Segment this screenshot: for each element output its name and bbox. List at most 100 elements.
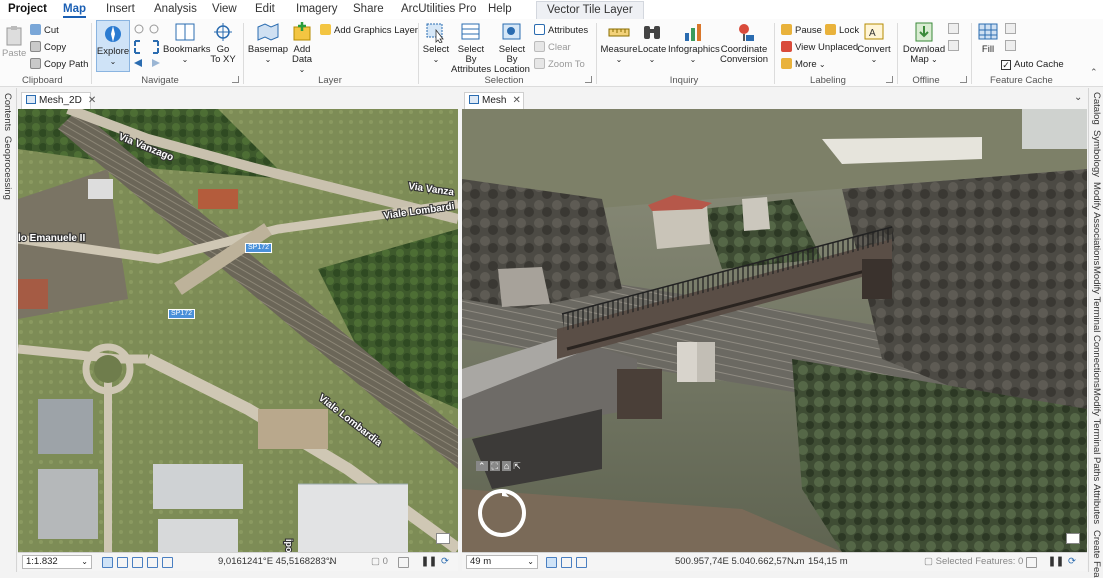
- attributes-table-icon: [534, 24, 545, 35]
- nav-zoom-buttons[interactable]: [132, 23, 162, 68]
- tab-mesh-2d[interactable]: Mesh_2D ✕: [21, 92, 96, 109]
- tab-imagery[interactable]: Imagery: [296, 2, 338, 18]
- create-features-pane-tab[interactable]: Create Fea: [1091, 530, 1102, 578]
- coords-dropdown-icon[interactable]: ⌄: [327, 553, 334, 571]
- table-icon[interactable]: [561, 557, 572, 568]
- attributes-button[interactable]: Attributes: [534, 23, 588, 38]
- tab-analysis[interactable]: Analysis: [154, 2, 197, 18]
- tab-map[interactable]: Map: [63, 2, 86, 18]
- auto-cache-checkbox[interactable]: ✓ Auto Cache: [1001, 57, 1064, 72]
- navigate-launcher-icon[interactable]: [232, 76, 239, 83]
- collapse-ribbon-icon[interactable]: ⌃: [1090, 67, 1098, 78]
- catalog-pane-tab[interactable]: Catalog: [1091, 92, 1102, 125]
- layout-grid-icon[interactable]: [102, 557, 113, 568]
- modify-associations-pane-tab[interactable]: Modify Associations: [1091, 182, 1102, 265]
- person-view-icon[interactable]: ⌂: [501, 461, 512, 471]
- add-graphics-layer-button[interactable]: Add Graphics Layer: [320, 23, 418, 38]
- notes-icon[interactable]: [1066, 533, 1080, 544]
- close-icon[interactable]: ✕: [88, 95, 96, 106]
- chevron-down-icon: ⌄: [527, 557, 534, 566]
- table-icon[interactable]: [117, 557, 128, 568]
- tab-vector-tile-layer[interactable]: Vector Tile Layer: [536, 1, 644, 19]
- labeling-more-button[interactable]: More ⌄: [781, 57, 826, 72]
- tab-mesh[interactable]: Mesh ✕: [464, 92, 524, 109]
- map-2d-statusbar: 1:1.832 ⌄ 9,0161241°E 45,5168283°N ⌄ ▢ 0 …: [18, 552, 458, 571]
- group-label-offline: Offline: [912, 75, 940, 86]
- offline-small-buttons[interactable]: [948, 23, 962, 53]
- pause-drawing-icon[interactable]: ❚❚: [421, 553, 437, 571]
- labeling-launcher-icon[interactable]: [886, 76, 893, 83]
- tilt-up-icon[interactable]: ⌃: [476, 461, 488, 471]
- bookmarks-button[interactable]: Bookmarks ⌄: [163, 21, 211, 65]
- pause-labels-button[interactable]: Pause: [781, 23, 822, 38]
- modify-terminal-connections-pane-tab[interactable]: Modify Terminal Connections: [1091, 266, 1102, 388]
- layout-grid-icon[interactable]: [546, 557, 557, 568]
- basemap-dropdown-icon: ⌄: [264, 55, 272, 64]
- clear-selection-button[interactable]: Clear: [534, 40, 571, 55]
- scene-view-3d[interactable]: ⌃ ⛶ ⌂ ⇱: [462, 109, 1087, 552]
- cut-button[interactable]: Cut: [30, 23, 59, 38]
- notes-icon[interactable]: [436, 533, 450, 544]
- tab-project[interactable]: Project: [8, 2, 47, 18]
- explore-button[interactable]: Explore ⌄: [96, 23, 130, 67]
- tab-arcutilities-pro[interactable]: ArcUtilities Pro: [401, 2, 476, 18]
- convert-labels-button[interactable]: A Convert ⌄: [856, 21, 892, 65]
- scale-selector[interactable]: 1:1.832 ⌄: [22, 555, 92, 569]
- road-label-ipo: ipo: [284, 539, 294, 552]
- binoculars-icon: [644, 26, 660, 39]
- tab-view[interactable]: View: [212, 2, 237, 18]
- attributes-pane-tab[interactable]: Attributes: [1091, 484, 1102, 524]
- empty-cache-icon[interactable]: [1005, 23, 1016, 34]
- contents-pane-tab[interactable]: Contents: [2, 93, 13, 131]
- copy-button[interactable]: Copy: [30, 40, 66, 55]
- cache-settings-icon[interactable]: [1005, 40, 1016, 51]
- select-by-location-button[interactable]: Select By Location: [492, 21, 532, 75]
- snapping-icon[interactable]: [132, 557, 143, 568]
- tab-edit[interactable]: Edit: [255, 2, 275, 18]
- basemap-button[interactable]: Basemap ⌄: [247, 21, 289, 65]
- constraints-icon[interactable]: [162, 557, 173, 568]
- infographics-button[interactable]: Infographics ⌄: [668, 21, 720, 65]
- download-map-button[interactable]: Download Map ⌄: [902, 21, 946, 65]
- select-button[interactable]: Select ⌄: [422, 21, 450, 65]
- refresh-icon[interactable]: ⟳: [1068, 553, 1076, 571]
- selection-launcher-icon[interactable]: [585, 76, 592, 83]
- fill-cache-button[interactable]: Fill: [976, 21, 1000, 55]
- tab-help[interactable]: Help: [488, 2, 512, 18]
- pane-menu-chevron-icon[interactable]: ⌄: [1074, 92, 1082, 103]
- goto-xy-button[interactable]: Go To XY: [208, 21, 238, 65]
- geoprocessing-pane-tab[interactable]: Geoprocessing: [2, 136, 13, 200]
- add-data-button[interactable]: Add Data ⌄: [288, 21, 316, 75]
- coords-dropdown-icon[interactable]: ⌄: [792, 553, 799, 571]
- copy-path-button[interactable]: Copy Path: [30, 57, 88, 72]
- snapping-icon[interactable]: [576, 557, 587, 568]
- refresh-selection-icon[interactable]: [1026, 557, 1037, 568]
- tab-share[interactable]: Share: [353, 2, 384, 18]
- select-by-attributes-button[interactable]: Select By Attributes: [451, 21, 491, 75]
- symbology-pane-tab[interactable]: Symbology: [1091, 130, 1102, 177]
- lock-labels-button[interactable]: Lock: [825, 23, 859, 38]
- full-extent-icon[interactable]: ⛶: [489, 461, 500, 471]
- locate-button[interactable]: Locate ⌄: [637, 21, 667, 65]
- refresh-selection-icon[interactable]: [398, 557, 409, 568]
- nav-toolbar[interactable]: ⌃ ⛶ ⌂ ⇱: [476, 461, 521, 472]
- offline-launcher-icon[interactable]: [960, 76, 967, 83]
- modify-terminal-paths-pane-tab[interactable]: Modify Terminal Paths: [1091, 388, 1102, 481]
- expand-nav-icon[interactable]: ⇱: [513, 461, 521, 471]
- pause-label: Pause: [795, 25, 822, 36]
- measure-button[interactable]: Measure ⌄: [600, 21, 638, 65]
- grid-toggle-icon[interactable]: [147, 557, 158, 568]
- scale-value: 1:1.832: [26, 556, 58, 567]
- view-unplaced-button[interactable]: View Unplaced: [781, 40, 858, 55]
- pause-drawing-icon[interactable]: ❚❚: [1048, 553, 1064, 571]
- refresh-icon[interactable]: ⟳: [441, 553, 449, 571]
- distance-selector[interactable]: 49 m ⌄: [466, 555, 538, 569]
- tab-insert[interactable]: Insert: [106, 2, 135, 18]
- group-separator: [243, 23, 244, 84]
- paste-button[interactable]: Paste: [2, 25, 26, 59]
- zoom-to-selection-button[interactable]: Zoom To: [534, 57, 585, 72]
- close-icon[interactable]: ✕: [512, 95, 520, 106]
- navigator-control[interactable]: [476, 487, 528, 539]
- map-view-2d[interactable]: Via Vanzago Via Vanza Viale Lombardi lo …: [18, 109, 458, 552]
- coordinate-conversion-button[interactable]: Coordinate Conversion: [720, 21, 768, 65]
